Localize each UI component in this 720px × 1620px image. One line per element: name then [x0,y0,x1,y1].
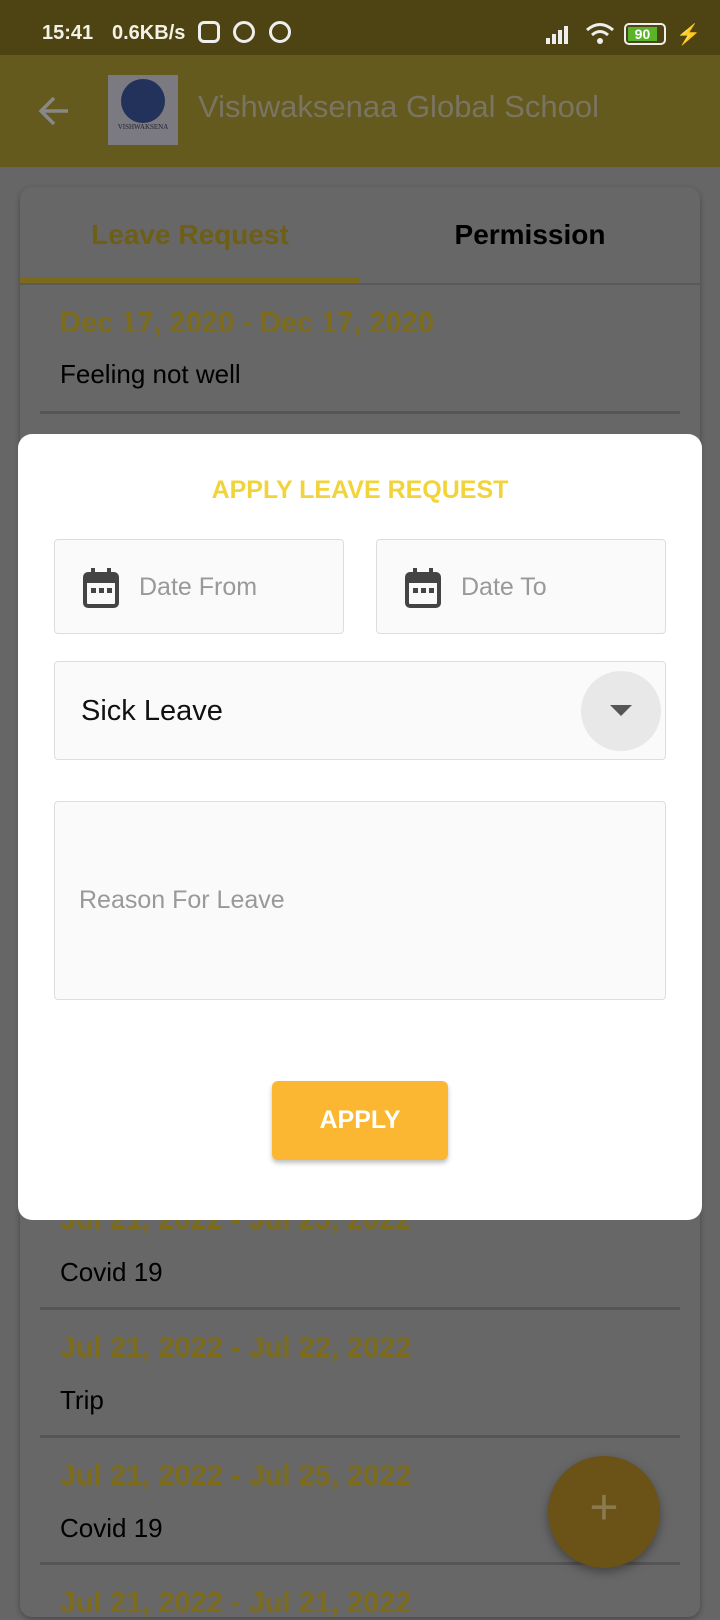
leave-dates: Jul 21, 2022 - Jul 21, 2022 [60,1587,412,1619]
tab-leave-request[interactable]: Leave Request [20,187,360,283]
divider [40,1307,680,1310]
app-bar: VISHWAKSENA Vishwaksenaa Global School [0,55,720,167]
reason-placeholder: Reason For Leave [79,886,285,914]
app-icon [269,21,291,43]
apply-leave-dialog: APPLY LEAVE REQUEST Date From Date To Si… [18,434,702,1220]
leave-type-dropdown[interactable]: Sick Leave [54,661,666,760]
battery-icon: 90 [624,23,666,45]
reason-textarea[interactable]: Reason For Leave [54,801,666,1000]
date-to-placeholder: Date To [461,573,547,601]
leave-reason: Feeling not well [60,359,241,389]
wifi-icon [586,23,614,44]
instagram-icon [198,21,220,43]
dropdown-button[interactable] [581,671,661,751]
arrow-left-icon[interactable] [36,93,72,129]
leave-reason: Trip [60,1385,104,1415]
date-from-placeholder: Date From [139,573,258,601]
leave-type-value: Sick Leave [81,695,223,727]
calendar-icon [405,568,441,608]
divider [40,1435,680,1438]
net-speed: 0.6KB/s [112,22,186,44]
leave-dates: Jul 21, 2022 - Jul 25, 2022 [60,1460,412,1492]
leave-dates: Dec 17, 2020 - Dec 17, 2020 [60,307,435,339]
dialog-title: APPLY LEAVE REQUEST [211,476,509,504]
tab-divider [20,283,700,285]
signal-icon [546,26,568,44]
calendar-icon [83,568,119,608]
leave-reason: Covid 19 [60,1257,163,1287]
app-title: Vishwaksenaa Global School [198,89,599,124]
leave-dates: Jul 21, 2022 - Jul 22, 2022 [60,1332,412,1364]
divider [40,411,680,414]
date-from-field[interactable]: Date From [54,539,344,634]
apply-button[interactable]: APPLY [272,1081,448,1160]
leave-reason: Covid 19 [60,1513,163,1543]
date-to-field[interactable]: Date To [376,539,666,634]
caret-down-icon [610,705,632,716]
status-bar: 15:41 0.6KB/s 90 ⚡ [0,0,720,55]
app-icon [233,21,255,43]
charging-icon: ⚡ [676,24,701,46]
tab-permission[interactable]: Permission [360,187,700,283]
add-leave-fab[interactable]: + [548,1456,660,1568]
plus-icon: + [589,1479,619,1535]
school-logo: VISHWAKSENA [108,75,178,145]
status-time: 15:41 [42,22,94,44]
